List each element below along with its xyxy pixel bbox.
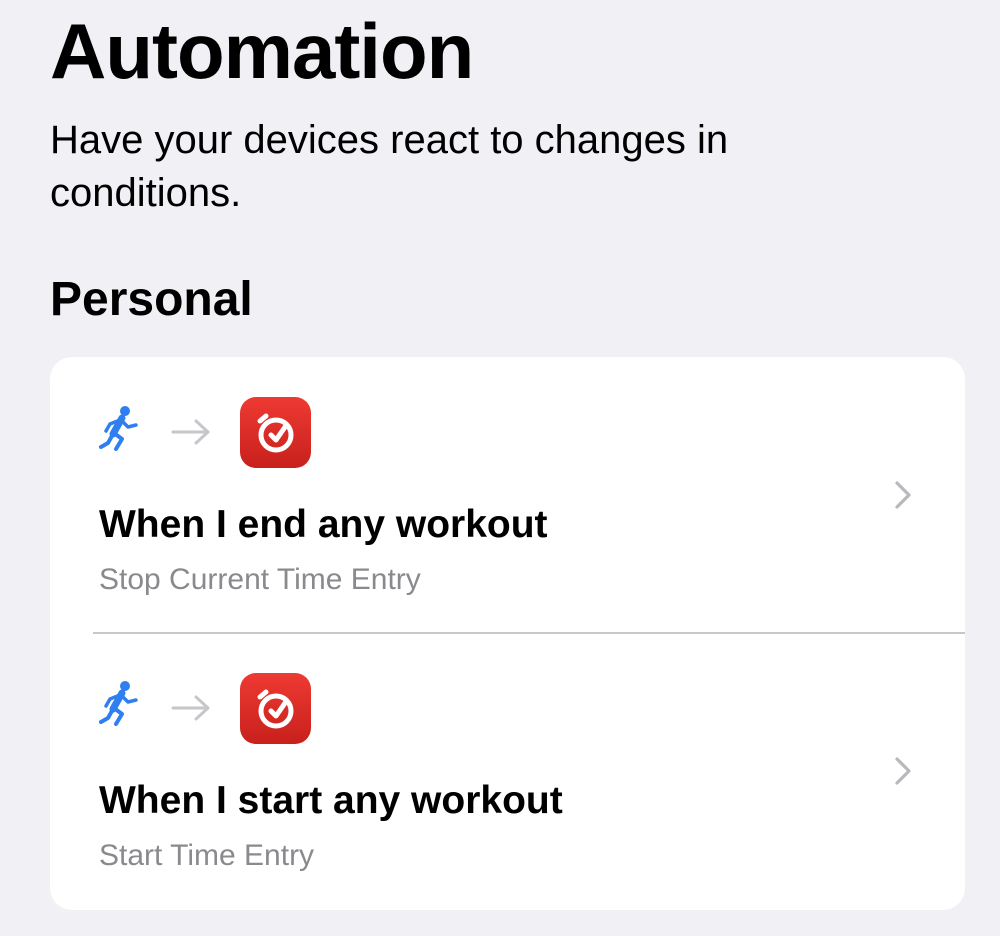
arrow-right-icon (170, 693, 212, 723)
automation-action: Stop Current Time Entry (99, 563, 421, 596)
chevron-right-icon (893, 755, 913, 787)
running-figure-icon (98, 680, 142, 730)
page-subtitle: Have your devices react to changes in co… (50, 118, 729, 215)
timer-app-icon (240, 673, 311, 744)
automation-row-start-workout[interactable]: When I start any workout Start Time Entr… (50, 633, 965, 909)
automation-title: When I start any workout (99, 779, 563, 822)
section-header-personal: Personal (50, 273, 253, 326)
page-title: Automation (50, 7, 474, 95)
automation-title: When I end any workout (99, 503, 548, 546)
running-figure-icon (98, 405, 142, 455)
automation-row-end-workout[interactable]: When I end any workout Stop Current Time… (50, 357, 965, 634)
arrow-right-icon (170, 417, 212, 447)
automation-action: Start Time Entry (99, 839, 315, 872)
timer-app-icon (240, 397, 311, 468)
automation-list: When I end any workout Stop Current Time… (50, 357, 965, 910)
chevron-right-icon (893, 479, 913, 511)
